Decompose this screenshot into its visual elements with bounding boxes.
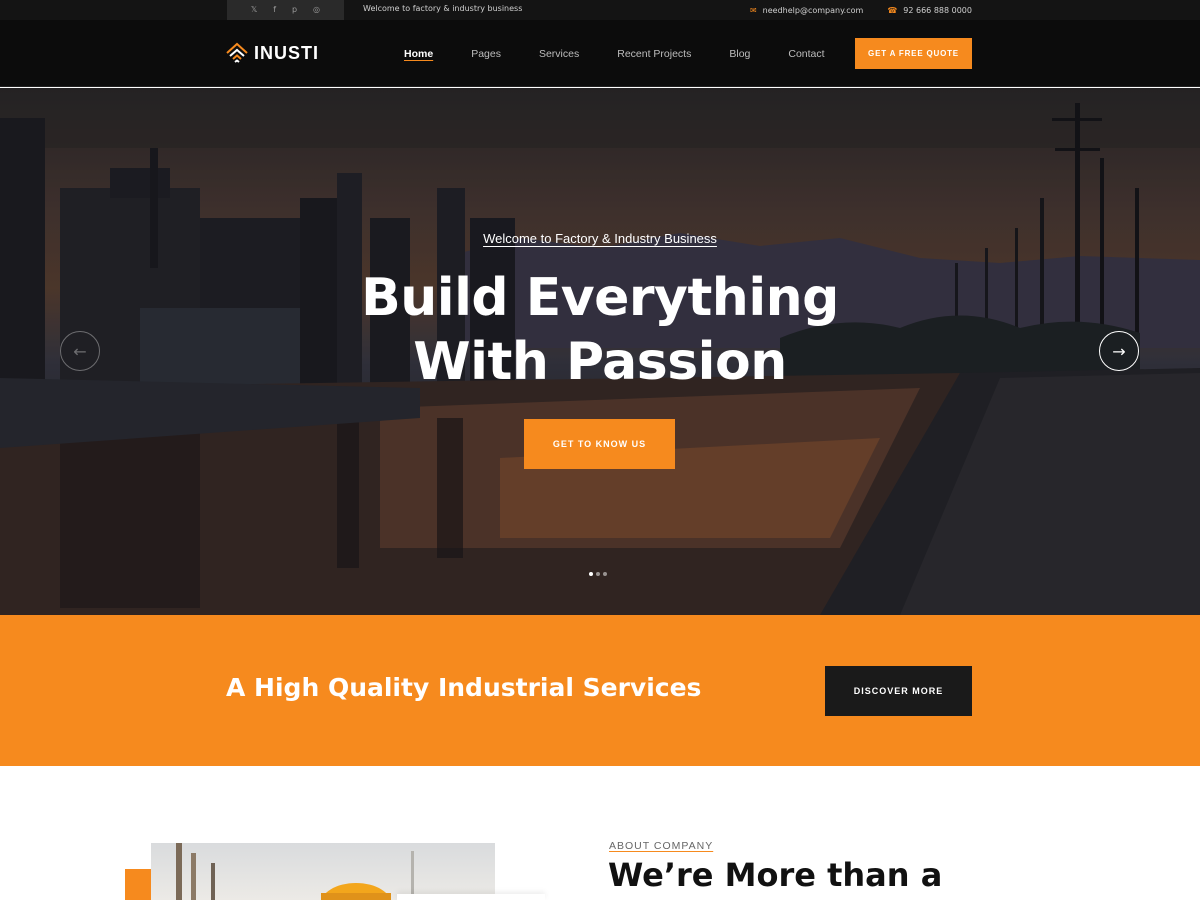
- slide-dot-2[interactable]: [596, 572, 600, 576]
- nav-pages[interactable]: Pages: [471, 48, 501, 60]
- site-header: INUSTI Home Pages Services Recent Projec…: [0, 20, 1200, 87]
- nav-contact[interactable]: Contact: [788, 48, 824, 60]
- arrow-right-icon: →: [1112, 341, 1126, 361]
- phone-icon: ☎: [887, 5, 898, 15]
- pinterest-icon[interactable]: p: [292, 0, 297, 20]
- slider-dots: [589, 572, 607, 576]
- get-quote-button[interactable]: GET A FREE QUOTE: [855, 38, 972, 69]
- hero-title-line-2: With Passion: [413, 332, 787, 392]
- nav-blog[interactable]: Blog: [729, 48, 750, 60]
- about-image-accent: [125, 869, 151, 900]
- topbar-phone[interactable]: 92 666 888 0000: [903, 6, 972, 15]
- top-bar: 𝕏 f p ◎ Welcome to factory & industry bu…: [0, 0, 1200, 20]
- next-slide-button[interactable]: →: [1099, 331, 1139, 371]
- previous-slide-button[interactable]: ←: [60, 331, 100, 371]
- facebook-icon[interactable]: f: [273, 0, 276, 20]
- logo-icon: [226, 42, 248, 63]
- nav-services[interactable]: Services: [539, 48, 579, 60]
- hero-title: Build Everything With Passion: [0, 266, 1200, 394]
- about-section-label: ABOUT COMPANY: [609, 840, 714, 852]
- mail-icon: ✉: [749, 5, 757, 15]
- instagram-icon[interactable]: ◎: [313, 0, 320, 20]
- cta-band-title: A High Quality Industrial Services: [226, 673, 702, 702]
- hero-slider: Welcome to Factory & Industry Business B…: [0, 88, 1200, 615]
- get-to-know-us-button[interactable]: GET TO KNOW US: [524, 419, 675, 469]
- hero-subtitle: Welcome to Factory & Industry Business: [483, 231, 717, 246]
- worker-photo: [176, 843, 414, 900]
- twitter-icon[interactable]: 𝕏: [251, 0, 257, 20]
- logo[interactable]: INUSTI: [226, 42, 319, 64]
- about-info-card: [397, 894, 545, 900]
- logo-text: INUSTI: [254, 42, 320, 63]
- discover-more-button[interactable]: DISCOVER MORE: [825, 666, 972, 716]
- social-links: 𝕏 f p ◎: [227, 0, 344, 20]
- about-section-title: We’re More than a: [608, 856, 943, 894]
- arrow-left-icon: ←: [73, 341, 87, 361]
- cta-band: A High Quality Industrial Services DISCO…: [0, 615, 1200, 766]
- about-image: [151, 843, 495, 900]
- topbar-email[interactable]: needhelp@company.com: [763, 6, 864, 15]
- hero-title-line-1: Build Everything: [361, 268, 839, 328]
- topbar-contact: ✉ needhelp@company.com ☎ 92 666 888 0000: [750, 0, 972, 20]
- slide-dot-3[interactable]: [603, 572, 607, 576]
- slide-dot-1[interactable]: [589, 572, 593, 576]
- main-nav: Home Pages Services Recent Projects Blog…: [404, 20, 863, 87]
- nav-recent-projects[interactable]: Recent Projects: [617, 48, 691, 60]
- topbar-welcome: Welcome to factory & industry business: [363, 4, 523, 13]
- nav-home[interactable]: Home: [404, 48, 433, 60]
